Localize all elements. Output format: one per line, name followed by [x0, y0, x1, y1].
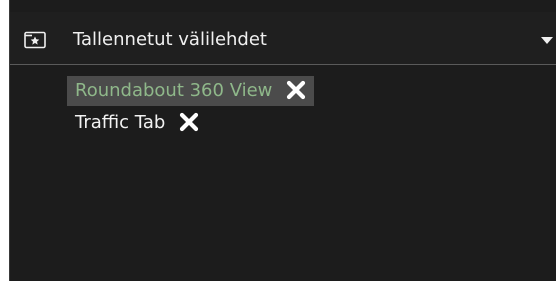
star-folder-icon: [24, 31, 46, 49]
saved-tab-entry[interactable]: Roundabout 360 View: [67, 76, 315, 106]
list-item[interactable]: Roundabout 360 View: [67, 76, 467, 106]
saved-tab-label[interactable]: Traffic Tab: [75, 112, 165, 133]
close-icon[interactable]: [179, 112, 199, 132]
list-item[interactable]: Traffic Tab: [67, 108, 467, 138]
saved-tab-entry[interactable]: Traffic Tab: [67, 108, 207, 138]
panel-title: Tallennetut välilehdet: [73, 29, 267, 50]
saved-tab-list: Roundabout 360 View Traffic Tab: [67, 76, 467, 140]
chevron-down-icon[interactable]: [541, 37, 553, 44]
close-icon[interactable]: [286, 80, 306, 100]
saved-tab-label[interactable]: Roundabout 360 View: [75, 80, 272, 101]
saved-tabs-panel: Tallennetut välilehdet Roundabout 360 Vi…: [9, 0, 556, 281]
saved-tabs-header[interactable]: Tallennetut välilehdet: [10, 12, 556, 65]
